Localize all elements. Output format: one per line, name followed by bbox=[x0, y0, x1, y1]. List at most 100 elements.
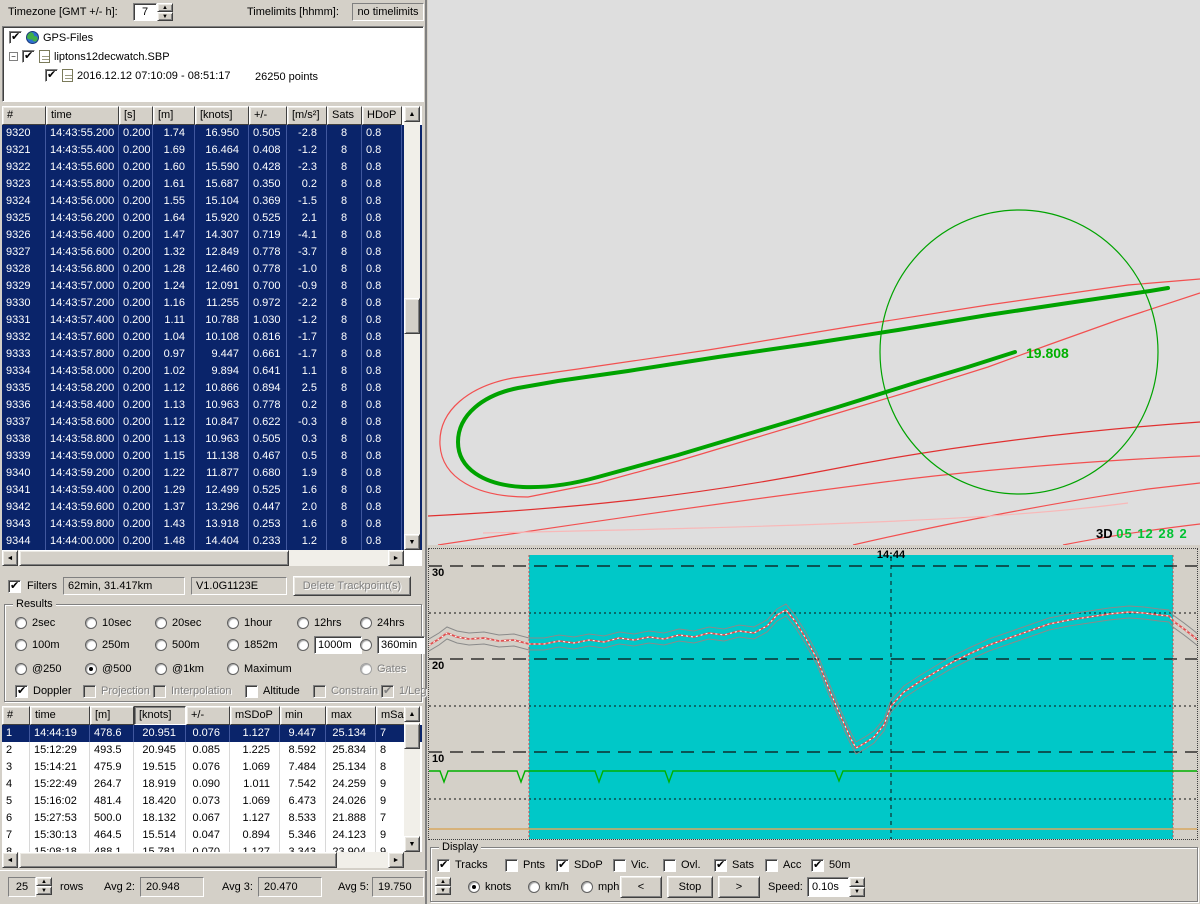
column-header-item[interactable]: +/- bbox=[249, 106, 287, 125]
table-row[interactable]: 932414:43:56.0000.2001.5515.1040.369-1.5… bbox=[2, 193, 422, 210]
results-distance-custom5-radio[interactable] bbox=[360, 639, 372, 651]
table-row[interactable]: 933914:43:59.0000.2001.1511.1380.4670.58… bbox=[2, 448, 422, 465]
column-header-max[interactable]: max bbox=[326, 706, 376, 725]
scroll-right-icon[interactable]: ► bbox=[388, 852, 404, 868]
table-row[interactable]: 215:12:29493.520.9450.0851.2258.59225.83… bbox=[2, 742, 422, 759]
column-header-time[interactable]: time bbox=[46, 106, 119, 125]
table-row[interactable]: 932314:43:55.8000.2001.6115.6870.3500.28… bbox=[2, 176, 422, 193]
table-row[interactable]: 932014:43:55.2000.2001.7416.9500.505-2.8… bbox=[2, 125, 422, 142]
table-row[interactable]: 515:16:02481.418.4200.0731.0696.47324.02… bbox=[2, 793, 422, 810]
table-row[interactable]: 933514:43:58.2000.2001.1210.8660.8942.58… bbox=[2, 380, 422, 397]
tree-session-label[interactable]: 2016.12.12 07:10:09 - 08:51:17 bbox=[77, 70, 231, 82]
display-sats-checkbox[interactable] bbox=[714, 859, 727, 872]
results-constrain-checkbox[interactable] bbox=[313, 685, 326, 698]
tree-node-session[interactable]: 2016.12.12 07:10:09 - 08:51:17 bbox=[45, 69, 231, 82]
column-header-s[interactable]: [s] bbox=[119, 106, 153, 125]
timezone-spin-up[interactable]: ▲ bbox=[157, 3, 173, 12]
table-row[interactable]: 934414:44:00.0000.2001.4814.4040.2331.28… bbox=[2, 533, 422, 550]
display-50m-checkbox[interactable] bbox=[811, 859, 824, 872]
scroll-up-icon[interactable]: ▲ bbox=[404, 106, 420, 122]
results-mode-gates-radio[interactable] bbox=[360, 663, 372, 675]
results-duration-24hrs-radio[interactable] bbox=[360, 617, 372, 629]
results-mode-maximum-radio[interactable] bbox=[227, 663, 239, 675]
results-altitude-checkbox[interactable] bbox=[245, 685, 258, 698]
results-vscrollbar[interactable]: ▲ ▼ bbox=[404, 706, 420, 852]
results-vscroll-thumb[interactable] bbox=[404, 723, 420, 749]
table-row[interactable]: 715:30:13464.515.5140.0470.8945.34624.12… bbox=[2, 827, 422, 844]
timelimits-field[interactable]: no timelimits bbox=[352, 3, 424, 21]
column-header-hdop[interactable]: HDoP bbox=[362, 106, 402, 125]
replay-speed-field[interactable]: 0.10s bbox=[807, 877, 849, 897]
column-header-msats[interactable]: mSats bbox=[376, 706, 406, 725]
speed-graph[interactable]: 30 20 10 14:44 bbox=[428, 548, 1198, 840]
table-row[interactable]: 932614:43:56.4000.2001.4714.3070.719-4.1… bbox=[2, 227, 422, 244]
tree-file-label[interactable]: liptons12decwatch.SBP bbox=[54, 51, 170, 63]
trackpoint-hscroll-thumb[interactable] bbox=[19, 550, 289, 566]
results-duration-20sec-radio[interactable] bbox=[155, 617, 167, 629]
results-distance-250m-radio[interactable] bbox=[85, 639, 97, 651]
display-ovl-checkbox[interactable] bbox=[663, 859, 676, 872]
column-header-msdop[interactable]: mSDoP bbox=[230, 706, 280, 725]
results-hscroll-thumb[interactable] bbox=[19, 852, 337, 868]
display-sdop-checkbox[interactable] bbox=[556, 859, 569, 872]
display-tracks-checkbox[interactable] bbox=[437, 859, 450, 872]
column-header-knots[interactable]: [knots] bbox=[195, 106, 249, 125]
results-distance-value-box[interactable]: 360min bbox=[377, 636, 425, 654]
table-row[interactable]: 932114:43:55.4000.2001.6916.4640.408-1.2… bbox=[2, 142, 422, 159]
results-projection-checkbox[interactable] bbox=[83, 685, 96, 698]
column-header-time[interactable]: time bbox=[30, 706, 90, 725]
table-row[interactable]: 114:44:19478.620.9510.0761.1279.44725.13… bbox=[2, 725, 422, 742]
results-interpolation-checkbox[interactable] bbox=[153, 685, 166, 698]
table-row[interactable]: 934114:43:59.4000.2001.2912.4990.5251.68… bbox=[2, 482, 422, 499]
table-row[interactable]: 815:08:18488.115.7810.0701.1273.34323.90… bbox=[2, 844, 422, 852]
scroll-down-icon[interactable]: ▼ bbox=[404, 836, 420, 852]
display-acc-checkbox[interactable] bbox=[765, 859, 778, 872]
table-row[interactable]: 932714:43:56.6000.2001.3212.8490.778-3.7… bbox=[2, 244, 422, 261]
results-distance-custom4-radio[interactable] bbox=[297, 639, 309, 651]
results-1leg-checkbox[interactable] bbox=[381, 685, 394, 698]
column-header-sats[interactable]: Sats bbox=[327, 106, 362, 125]
scroll-left-icon[interactable]: ◄ bbox=[2, 852, 18, 868]
replay-speed-spin-up[interactable]: ▲ bbox=[849, 877, 865, 887]
column-header-m[interactable]: [m] bbox=[153, 106, 195, 125]
stop-button[interactable]: Stop bbox=[667, 876, 713, 898]
rows-spin-up[interactable]: ▲ bbox=[36, 877, 52, 886]
table-row[interactable]: 932514:43:56.2000.2001.6415.9200.5252.18… bbox=[2, 210, 422, 227]
table-row[interactable]: 934014:43:59.2000.2001.2211.8770.6801.98… bbox=[2, 465, 422, 482]
results-distance-value-box[interactable]: 1000m bbox=[314, 636, 362, 654]
results-hscrollbar[interactable]: ◄ ► bbox=[2, 852, 404, 868]
results-duration-2sec-radio[interactable] bbox=[15, 617, 27, 629]
file-checkbox[interactable] bbox=[22, 50, 35, 63]
collapse-expander-icon[interactable]: − bbox=[9, 52, 18, 61]
table-row[interactable]: 933814:43:58.8000.2001.1310.9630.5050.38… bbox=[2, 431, 422, 448]
filters-checkbox[interactable] bbox=[8, 580, 21, 593]
tree-node-root[interactable]: GPS-Files bbox=[9, 31, 93, 44]
results-distance-500m-radio[interactable] bbox=[155, 639, 167, 651]
table-row[interactable]: 932914:43:57.0000.2001.2412.0910.700-0.9… bbox=[2, 278, 422, 295]
table-row[interactable]: 933014:43:57.2000.2001.1611.2550.972-2.2… bbox=[2, 295, 422, 312]
replay-speed-spin-down[interactable]: ▼ bbox=[849, 887, 865, 897]
tree-root-label[interactable]: GPS-Files bbox=[43, 32, 93, 44]
results-duration-1hour-radio[interactable] bbox=[227, 617, 239, 629]
rows-spin-down[interactable]: ▼ bbox=[36, 886, 52, 895]
trackpoint-vscrollbar[interactable]: ▲ ▼ bbox=[404, 106, 420, 550]
session-checkbox[interactable] bbox=[45, 69, 58, 82]
column-header-knots[interactable]: [knots] bbox=[134, 706, 186, 725]
table-row[interactable]: 415:22:49264.718.9190.0901.0117.54224.25… bbox=[2, 776, 422, 793]
root-checkbox[interactable] bbox=[9, 31, 22, 44]
column-header-item[interactable]: +/- bbox=[186, 706, 230, 725]
table-row[interactable]: 615:27:53500.018.1320.0671.1278.53321.88… bbox=[2, 810, 422, 827]
results-duration-12hrs-radio[interactable] bbox=[297, 617, 309, 629]
units-kmh-radio[interactable] bbox=[528, 881, 540, 893]
table-row[interactable]: 932814:43:56.8000.2001.2812.4600.778-1.0… bbox=[2, 261, 422, 278]
table-row[interactable]: 933714:43:58.6000.2001.1210.8470.622-0.3… bbox=[2, 414, 422, 431]
results-distance-100m-radio[interactable] bbox=[15, 639, 27, 651]
table-row[interactable]: 934314:43:59.8000.2001.4313.9180.2531.68… bbox=[2, 516, 422, 533]
table-row[interactable]: 933314:43:57.8000.2000.979.4470.661-1.78… bbox=[2, 346, 422, 363]
table-row[interactable]: 933614:43:58.4000.2001.1310.9630.7780.28… bbox=[2, 397, 422, 414]
timezone-input[interactable]: 7 bbox=[133, 3, 157, 21]
results-mode-1km-radio[interactable] bbox=[155, 663, 167, 675]
table-row[interactable]: 932214:43:55.6000.2001.6015.5900.428-2.3… bbox=[2, 159, 422, 176]
results-distance-1852m-radio[interactable] bbox=[227, 639, 239, 651]
units-mph-radio[interactable] bbox=[581, 881, 593, 893]
